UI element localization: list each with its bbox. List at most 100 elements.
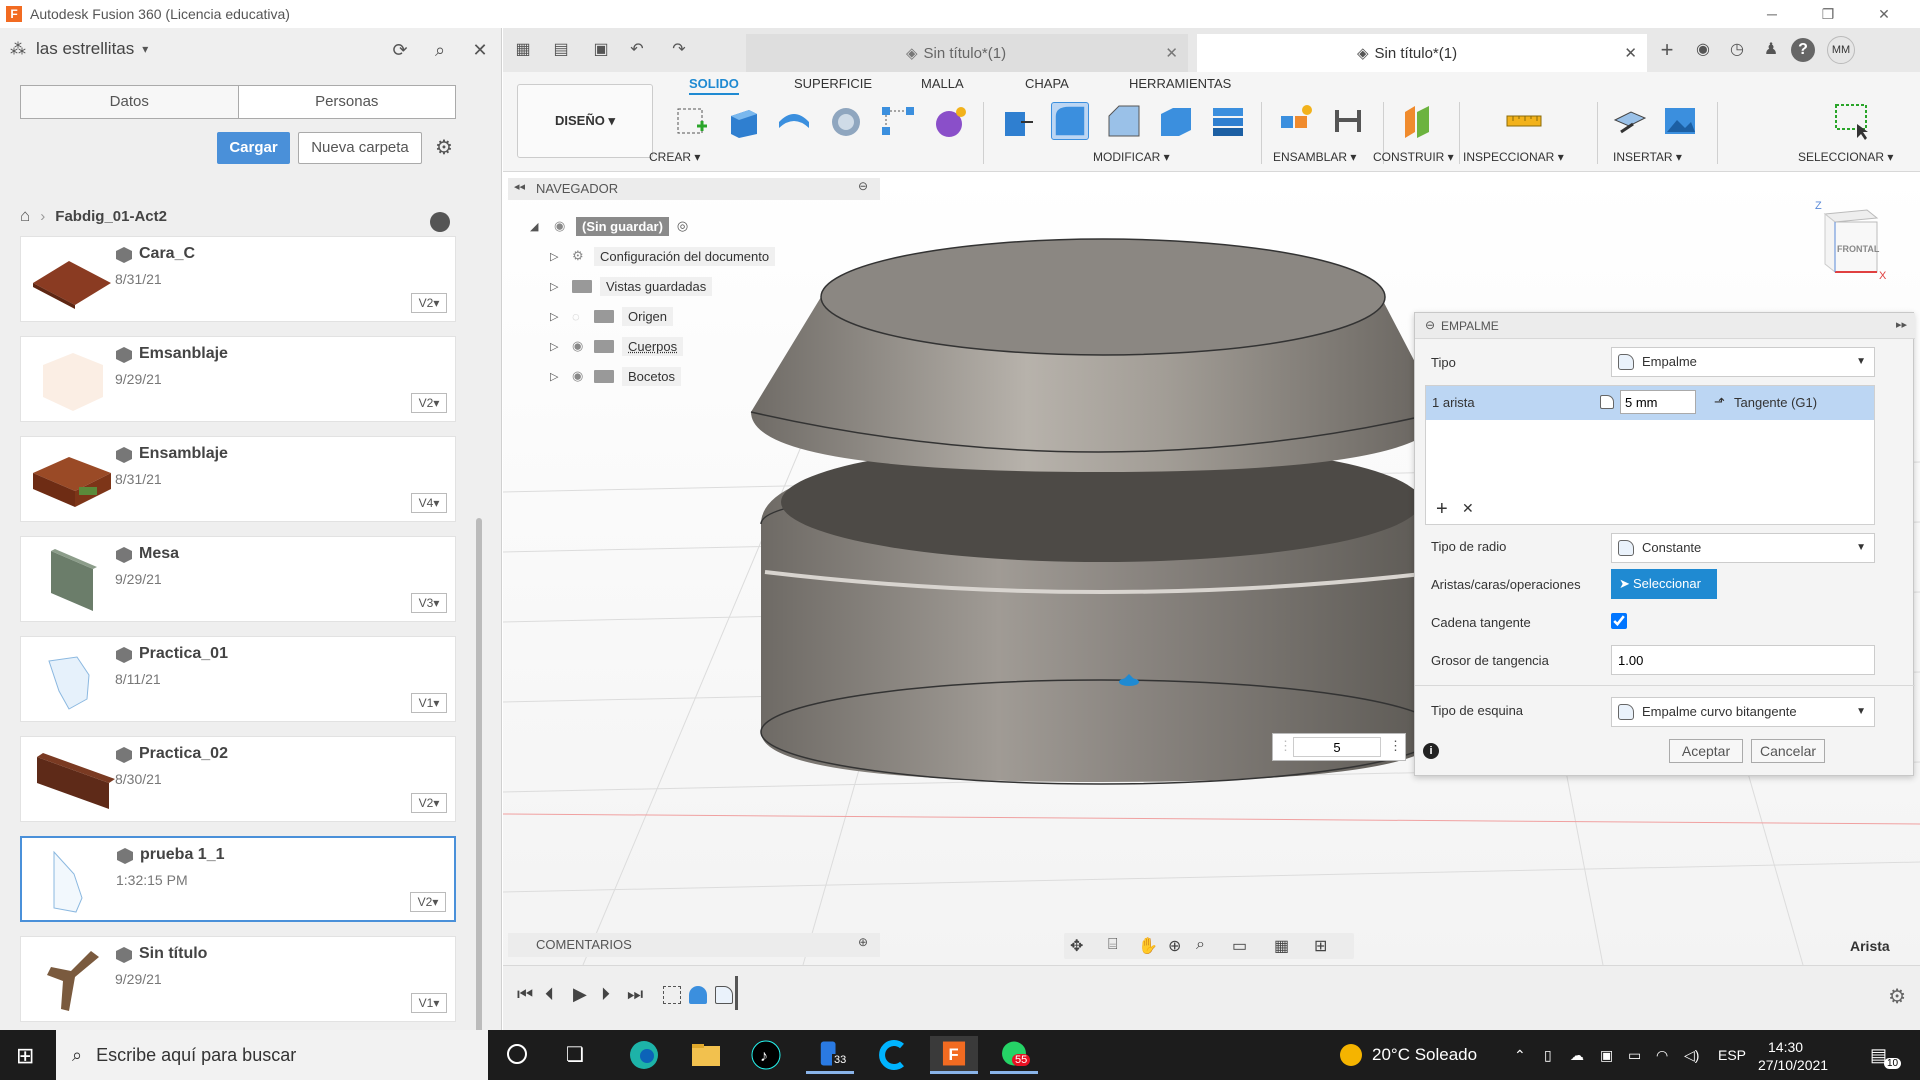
panel-menu-icon[interactable]: ⊖ <box>858 179 868 193</box>
task-view-icon[interactable]: ❏ <box>566 1042 584 1067</box>
corner-type-select[interactable]: Empalme curvo bitangente ▼ <box>1611 697 1875 727</box>
collapse-icon[interactable]: ◂◂ <box>514 180 525 193</box>
file-card-practica-02[interactable]: Practica_02 8/30/21 V2▾ <box>20 736 456 822</box>
joint-icon[interactable] <box>1329 102 1367 140</box>
weather-icon[interactable] <box>1340 1044 1362 1066</box>
chevron-down-icon[interactable]: ▾ <box>142 42 148 56</box>
file-explorer-icon[interactable] <box>682 1036 730 1074</box>
browser-item-config[interactable]: ▷ ⚙ Configuración del documento <box>550 243 776 269</box>
step-back-icon[interactable]: ⏴ <box>545 984 554 1005</box>
browser-root[interactable]: ◢ ◉ (Sin guardar) ◎ <box>530 213 688 239</box>
add-comment-icon[interactable]: ⊕ <box>858 935 868 949</box>
expand-icon[interactable]: ▷ <box>550 310 564 323</box>
tab-personas[interactable]: Personas <box>239 86 456 118</box>
extensions-icon[interactable]: ◉ <box>1691 38 1715 62</box>
meet-icon[interactable]: ▣ <box>1600 1030 1613 1080</box>
save-icon[interactable]: ▣ <box>589 38 613 62</box>
edge-icon[interactable] <box>620 1036 668 1074</box>
timeline-marker[interactable] <box>735 976 738 1010</box>
clock-date[interactable]: 27/10/2021 <box>1758 1040 1828 1080</box>
group-crear[interactable]: CREAR ▾ <box>649 150 700 164</box>
group-insertar[interactable]: INSERTAR ▾ <box>1613 150 1682 164</box>
play-icon[interactable]: ▶ <box>573 984 587 1005</box>
wifi-icon[interactable]: ◠ <box>1656 1030 1668 1080</box>
group-ensamblar[interactable]: ENSAMBLAR ▾ <box>1273 150 1356 164</box>
taskbar-search[interactable]: ⌕ Escribe aquí para buscar <box>56 1030 488 1080</box>
version-badge[interactable]: V1▾ <box>411 993 447 1013</box>
fusion-taskbar-icon[interactable]: F <box>930 1036 978 1074</box>
cloud-icon[interactable]: ☁ <box>1570 1030 1584 1080</box>
viewports-icon[interactable]: ⊞ <box>1314 936 1327 956</box>
eye-icon[interactable]: ◉ <box>554 218 576 234</box>
restore-button[interactable]: ❐ <box>1800 0 1856 28</box>
select-button[interactable]: ➤ Seleccionar <box>1611 569 1717 599</box>
shell-icon[interactable] <box>1157 102 1195 140</box>
more-options-icon[interactable]: ⋮ <box>1389 738 1402 754</box>
battery-icon[interactable]: ▭ <box>1628 1030 1641 1080</box>
version-badge[interactable]: V2▾ <box>410 892 446 912</box>
type-select[interactable]: Empalme ▼ <box>1611 347 1875 377</box>
fillet-icon[interactable] <box>1051 102 1089 140</box>
group-construir[interactable]: CONSTRUIR ▾ <box>1373 150 1454 164</box>
globe-icon[interactable] <box>430 212 450 232</box>
grid-settings-icon[interactable]: ▦ <box>1274 936 1289 956</box>
windows-start-icon[interactable]: ⊞ <box>16 1043 34 1069</box>
timeline-settings-icon[interactable]: ⚙ <box>1888 984 1906 1009</box>
file-card-ensamblaje[interactable]: Ensamblaje 8/31/21 V4▾ <box>20 436 456 522</box>
revolve-icon[interactable] <box>775 102 813 140</box>
eye-hidden-icon[interactable]: ◌ <box>572 309 594 324</box>
notifications-icon[interactable]: ♟ <box>1759 38 1783 62</box>
expand-icon[interactable]: ▷ <box>550 250 564 263</box>
look-at-icon[interactable]: ⌸ <box>1108 936 1118 954</box>
ok-button[interactable]: Aceptar <box>1669 739 1743 763</box>
insert-canvas-icon[interactable] <box>1661 102 1699 140</box>
drag-handle-icon[interactable]: ⋮ <box>1279 738 1292 754</box>
radius-input[interactable] <box>1293 737 1381 757</box>
file-card-prueba-1-1[interactable]: prueba 1_1 1:32:15 PM V2▾ <box>20 836 456 922</box>
tab-solido[interactable]: SOLIDO <box>689 76 739 95</box>
browser-item-sketches[interactable]: ▷ ◉ Bocetos <box>550 363 681 389</box>
remove-selection-button[interactable]: ✕ <box>1462 500 1474 517</box>
expand-icon[interactable]: ◢ <box>530 220 544 233</box>
close-tab-icon[interactable]: ✕ <box>1165 44 1178 62</box>
version-badge[interactable]: V4▾ <box>411 493 447 513</box>
version-badge[interactable]: V3▾ <box>411 593 447 613</box>
cortana-icon[interactable] <box>507 1044 527 1064</box>
go-to-start-icon[interactable]: ⏮ <box>517 984 533 1005</box>
go-to-end-icon[interactable]: ⏭ <box>627 984 643 1005</box>
browser-item-bodies[interactable]: ▷ ◉ Cuerpos <box>550 333 684 359</box>
activate-radio-icon[interactable]: ◎ <box>677 218 688 234</box>
gear-icon[interactable]: ⚙ <box>432 136 456 160</box>
measure-icon[interactable] <box>1505 102 1543 140</box>
zoom-icon[interactable]: ⊕ <box>1168 936 1181 956</box>
file-menu-icon[interactable]: ▤ <box>549 38 573 62</box>
cancel-button[interactable]: Cancelar <box>1751 739 1825 763</box>
workspace-selector[interactable]: DISEÑO ▾ <box>517 84 653 158</box>
timeline-sketch-icon[interactable] <box>663 986 681 1004</box>
radius-value-input[interactable] <box>1620 390 1696 414</box>
offset-plane-icon[interactable] <box>1399 102 1437 140</box>
chevron-up-icon[interactable]: ⌃ <box>1514 1030 1526 1080</box>
file-card-mesa[interactable]: Mesa 9/29/21 V3▾ <box>20 536 456 622</box>
new-tab-icon[interactable]: + <box>1655 38 1679 62</box>
timeline-revolve-icon[interactable] <box>689 986 707 1004</box>
version-badge[interactable]: V1▾ <box>411 693 447 713</box>
redo-icon[interactable]: ↷ <box>667 38 691 62</box>
group-modificar[interactable]: MODIFICAR ▾ <box>1093 150 1170 164</box>
add-selection-button[interactable]: + <box>1436 498 1448 521</box>
radius-type-select[interactable]: Constante ▼ <box>1611 533 1875 563</box>
version-badge[interactable]: V2▾ <box>411 793 447 813</box>
data-panel-scrollbar[interactable] <box>476 518 482 1038</box>
file-card-emsanblaje[interactable]: Emsanblaje 9/29/21 V2▾ <box>20 336 456 422</box>
chamfer-icon[interactable] <box>1105 102 1143 140</box>
user-avatar[interactable]: MM <box>1827 36 1855 64</box>
home-icon[interactable]: ⌂ <box>20 206 30 226</box>
device-icon[interactable]: ▯ <box>1544 1030 1552 1080</box>
group-inspeccionar[interactable]: INSPECCIONAR ▾ <box>1463 150 1564 164</box>
tab-datos[interactable]: Datos <box>21 86 239 118</box>
browser-item-views[interactable]: ▷ Vistas guardadas <box>550 273 713 299</box>
document-tab-active[interactable]: ◈ Sin título*(1) ✕ <box>1197 34 1647 72</box>
continuity-value[interactable]: Tangente (G1) <box>1734 395 1817 410</box>
create-sketch-icon[interactable] <box>673 102 711 140</box>
sweep-icon[interactable] <box>827 102 865 140</box>
